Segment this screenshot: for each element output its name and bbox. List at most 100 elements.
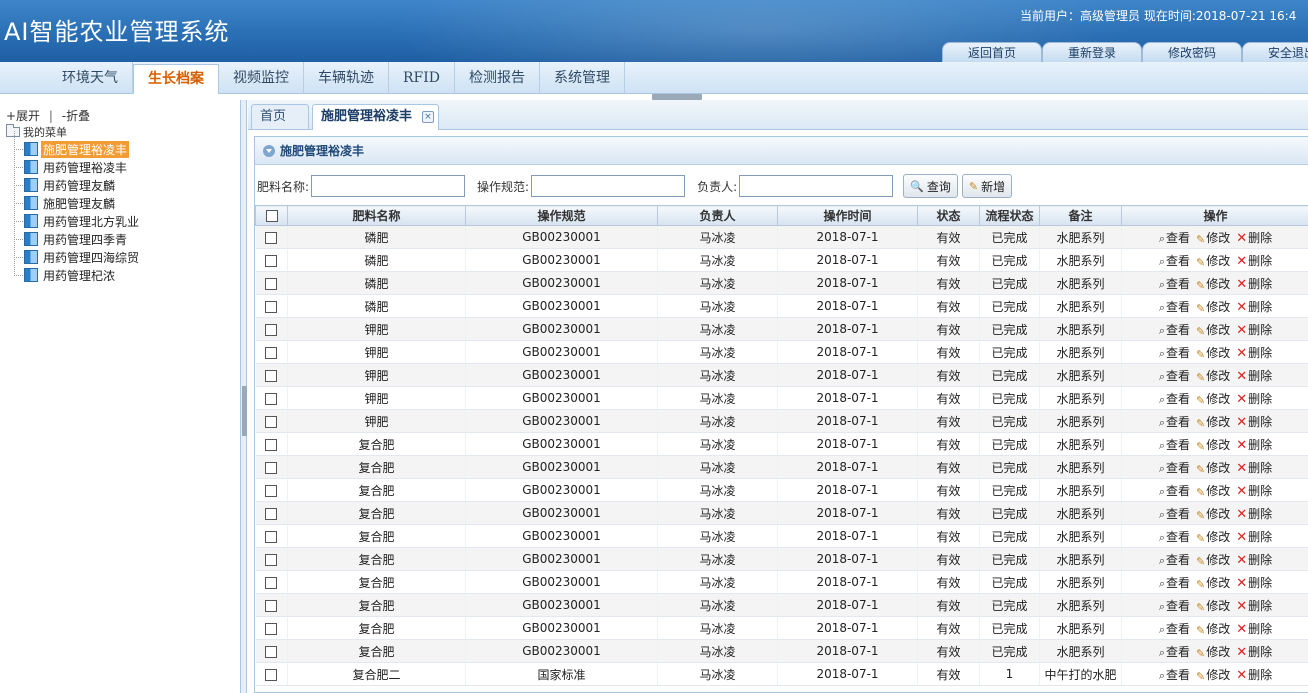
delete-button[interactable]: ✕ 删除 xyxy=(1236,505,1272,522)
edit-button[interactable]: ✎ 修改 xyxy=(1196,321,1230,338)
view-button[interactable]: ⌕ 查看 xyxy=(1159,275,1190,292)
edit-button[interactable]: ✎ 修改 xyxy=(1196,298,1230,315)
delete-button[interactable]: ✕ 删除 xyxy=(1236,551,1272,568)
column-header[interactable]: 操作规范 xyxy=(465,205,658,226)
view-button[interactable]: ⌕ 查看 xyxy=(1159,620,1190,637)
delete-button[interactable]: ✕ 删除 xyxy=(1236,436,1272,453)
row-checkbox[interactable] xyxy=(265,277,278,290)
view-button[interactable]: ⌕ 查看 xyxy=(1159,597,1190,614)
view-button[interactable]: ⌕ 查看 xyxy=(1159,229,1190,246)
row-checkbox[interactable] xyxy=(265,415,278,428)
view-button[interactable]: ⌕ 查看 xyxy=(1159,390,1190,407)
column-header[interactable]: 状态 xyxy=(917,205,980,226)
delete-button[interactable]: ✕ 删除 xyxy=(1236,252,1272,269)
tree-item-pesticide-sihai[interactable]: 用药管理四海综贸 xyxy=(12,239,141,266)
tree-item-pesticide-youlin[interactable]: 用药管理友麟 xyxy=(12,167,141,194)
delete-button[interactable]: ✕ 删除 xyxy=(1236,574,1272,591)
collapse-all-button[interactable]: -折叠 xyxy=(62,109,90,123)
edit-button[interactable]: ✎ 修改 xyxy=(1196,482,1230,499)
relogin-link[interactable]: 重新登录 xyxy=(1042,42,1142,62)
select-all-checkbox[interactable] xyxy=(265,210,278,222)
row-checkbox[interactable] xyxy=(265,392,278,405)
row-checkbox[interactable] xyxy=(265,507,278,520)
view-button[interactable]: ⌕ 查看 xyxy=(1159,367,1190,384)
query-button[interactable]: 🔍 查询 xyxy=(903,174,958,198)
tree-item-pesticide-beifang[interactable]: 用药管理北方乳业 xyxy=(12,203,141,230)
row-checkbox[interactable] xyxy=(265,622,278,635)
tree-item-pesticide-sijiqing[interactable]: 用药管理四季青 xyxy=(12,221,141,248)
row-checkbox[interactable] xyxy=(265,346,278,359)
table-row[interactable]: 钾肥 GB00230001 马冰凌 2018-07-1 有效 已完成 水肥系列 ⌕ 查看 ✎ 修改 ✕… xyxy=(255,386,1308,410)
tree-item-pesticide-qinong[interactable]: 用药管理杞浓 xyxy=(12,257,141,284)
nav-tab-video[interactable]: 视频监控 xyxy=(219,62,304,94)
edit-button[interactable]: ✎ 修改 xyxy=(1196,666,1230,683)
edit-button[interactable]: ✎ 修改 xyxy=(1196,574,1230,591)
nav-tab-vehicle-track[interactable]: 车辆轨迹 xyxy=(304,62,389,94)
edit-button[interactable]: ✎ 修改 xyxy=(1196,390,1230,407)
row-checkbox[interactable] xyxy=(265,576,278,589)
table-row[interactable]: 磷肥 GB00230001 马冰凌 2018-07-1 有效 已完成 水肥系列 ⌕ 查看 ✎ 修改 ✕… xyxy=(255,294,1308,318)
nav-tab-system[interactable]: 系统管理 xyxy=(540,62,626,94)
table-row[interactable]: 复合肥 GB00230001 马冰凌 2018-07-1 有效 已完成 水肥系列 ⌕ 查看 ✎ 修改… xyxy=(255,593,1308,617)
table-row[interactable]: 复合肥 GB00230001 马冰凌 2018-07-1 有效 已完成 水肥系列 ⌕ 查看 ✎ 修改… xyxy=(255,524,1308,548)
view-button[interactable]: ⌕ 查看 xyxy=(1159,344,1190,361)
fertilizer-name-input[interactable] xyxy=(311,175,466,197)
view-button[interactable]: ⌕ 查看 xyxy=(1159,551,1190,568)
row-checkbox[interactable] xyxy=(265,231,278,244)
delete-button[interactable]: ✕ 删除 xyxy=(1236,528,1272,545)
edit-button[interactable]: ✎ 修改 xyxy=(1196,528,1230,545)
view-button[interactable]: ⌕ 查看 xyxy=(1159,574,1190,591)
home-link[interactable]: 返回首页 xyxy=(942,42,1042,62)
table-row[interactable]: 复合肥 GB00230001 马冰凌 2018-07-1 有效 已完成 水肥系列 ⌕ 查看 ✎ 修改… xyxy=(255,616,1308,640)
edit-button[interactable]: ✎ 修改 xyxy=(1196,620,1230,637)
view-button[interactable]: ⌕ 查看 xyxy=(1159,482,1190,499)
edit-button[interactable]: ✎ 修改 xyxy=(1196,551,1230,568)
row-checkbox[interactable] xyxy=(265,645,278,658)
nav-tab-inspection[interactable]: 检测报告 xyxy=(455,62,541,94)
tree-item-fertilizer-youlin[interactable]: 施肥管理友麟 xyxy=(12,185,141,212)
edit-button[interactable]: ✎ 修改 xyxy=(1196,252,1230,269)
row-checkbox[interactable] xyxy=(265,553,278,566)
row-checkbox[interactable] xyxy=(265,369,278,382)
delete-button[interactable]: ✕ 删除 xyxy=(1236,620,1272,637)
delete-button[interactable]: ✕ 删除 xyxy=(1236,597,1272,614)
edit-button[interactable]: ✎ 修改 xyxy=(1196,436,1230,453)
edit-button[interactable]: ✎ 修改 xyxy=(1196,597,1230,614)
column-header[interactable]: 操作时间 xyxy=(777,205,918,226)
view-button[interactable]: ⌕ 查看 xyxy=(1159,436,1190,453)
table-row[interactable]: 钾肥 GB00230001 马冰凌 2018-07-1 有效 已完成 水肥系列 ⌕ 查看 ✎ 修改 ✕… xyxy=(255,363,1308,387)
table-row[interactable]: 磷肥 GB00230001 马冰凌 2018-07-1 有效 已完成 水肥系列 ⌕ 查看 ✎ 修改 ✕… xyxy=(255,248,1308,272)
tab-fertilizer-yulingfeng[interactable]: 施肥管理裕凌丰 × xyxy=(312,104,440,130)
edit-button[interactable]: ✎ 修改 xyxy=(1196,367,1230,384)
column-header[interactable]: 备注 xyxy=(1039,205,1122,226)
row-checkbox[interactable] xyxy=(265,254,278,267)
change-password-link[interactable]: 修改密码 xyxy=(1142,42,1242,62)
edit-button[interactable]: ✎ 修改 xyxy=(1196,459,1230,476)
table-row[interactable]: 磷肥 GB00230001 马冰凌 2018-07-1 有效 已完成 水肥系列 ⌕ 查看 ✎ 修改 ✕… xyxy=(255,271,1308,295)
delete-button[interactable]: ✕ 删除 xyxy=(1236,666,1272,683)
table-row[interactable]: 复合肥二 国家标准 马冰凌 2018-07-1 有效 1 中午打的水肥 ⌕ 查看 ✎ 修改 ✕ 删除 xyxy=(255,662,1308,686)
spec-input[interactable] xyxy=(531,175,686,197)
row-checkbox[interactable] xyxy=(265,438,278,451)
view-button[interactable]: ⌕ 查看 xyxy=(1159,252,1190,269)
view-button[interactable]: ⌕ 查看 xyxy=(1159,413,1190,430)
table-row[interactable]: 复合肥 GB00230001 马冰凌 2018-07-1 有效 已完成 水肥系列 ⌕ 查看 ✎ 修改… xyxy=(255,547,1308,571)
delete-button[interactable]: ✕ 删除 xyxy=(1236,413,1272,430)
delete-button[interactable]: ✕ 删除 xyxy=(1236,321,1272,338)
nav-tab-growth-records[interactable]: 生长档案 xyxy=(133,64,219,94)
sidebar-splitter-handle[interactable] xyxy=(242,386,247,436)
table-row[interactable]: 钾肥 GB00230001 马冰凌 2018-07-1 有效 已完成 水肥系列 ⌕ 查看 ✎ 修改 ✕… xyxy=(255,409,1308,433)
table-row[interactable]: 复合肥 GB00230001 马冰凌 2018-07-1 有效 已完成 水肥系列 ⌕ 查看 ✎ 修改… xyxy=(255,639,1308,663)
table-row[interactable]: 复合肥 GB00230001 马冰凌 2018-07-1 有效 已完成 水肥系列 ⌕ 查看 ✎ 修改… xyxy=(255,570,1308,594)
edit-button[interactable]: ✎ 修改 xyxy=(1196,413,1230,430)
expand-all-button[interactable]: +展开 xyxy=(6,109,40,123)
delete-button[interactable]: ✕ 删除 xyxy=(1236,229,1272,246)
view-button[interactable]: ⌕ 查看 xyxy=(1159,528,1190,545)
table-row[interactable]: 复合肥 GB00230001 马冰凌 2018-07-1 有效 已完成 水肥系列 ⌕ 查看 ✎ 修改… xyxy=(255,501,1308,525)
logout-link[interactable]: 安全退出 xyxy=(1242,42,1308,62)
row-checkbox[interactable] xyxy=(265,530,278,543)
edit-button[interactable]: ✎ 修改 xyxy=(1196,505,1230,522)
owner-input[interactable] xyxy=(739,175,894,197)
table-row[interactable]: 钾肥 GB00230001 马冰凌 2018-07-1 有效 已完成 水肥系列 ⌕ 查看 ✎ 修改 ✕… xyxy=(255,340,1308,364)
column-header[interactable]: 肥料名称 xyxy=(287,205,466,226)
